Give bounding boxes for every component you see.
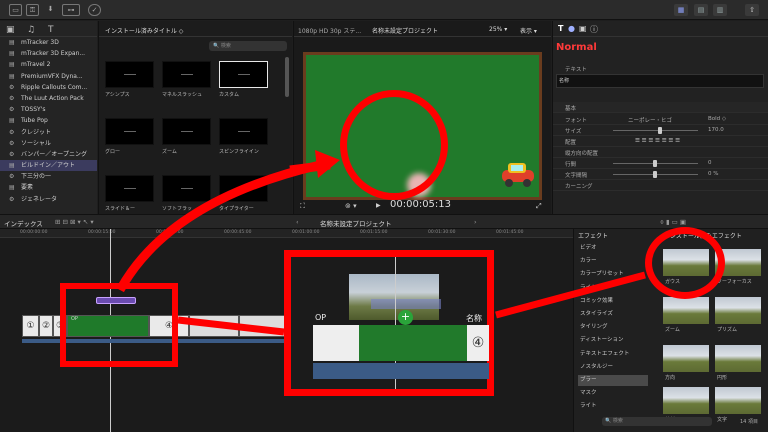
red-arrows [116,150,646,336]
